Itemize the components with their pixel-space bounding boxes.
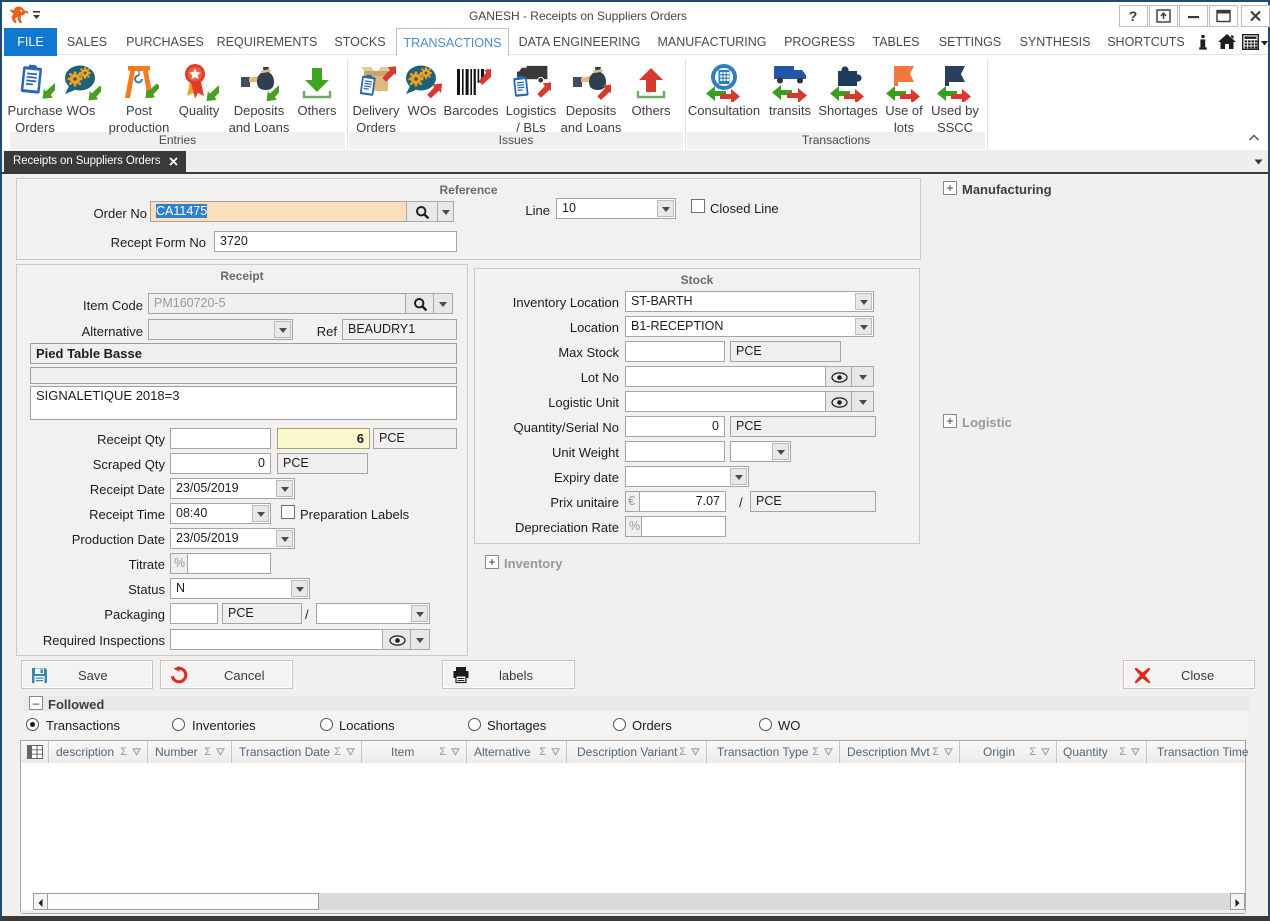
svg-text:?: ? <box>1129 8 1138 24</box>
